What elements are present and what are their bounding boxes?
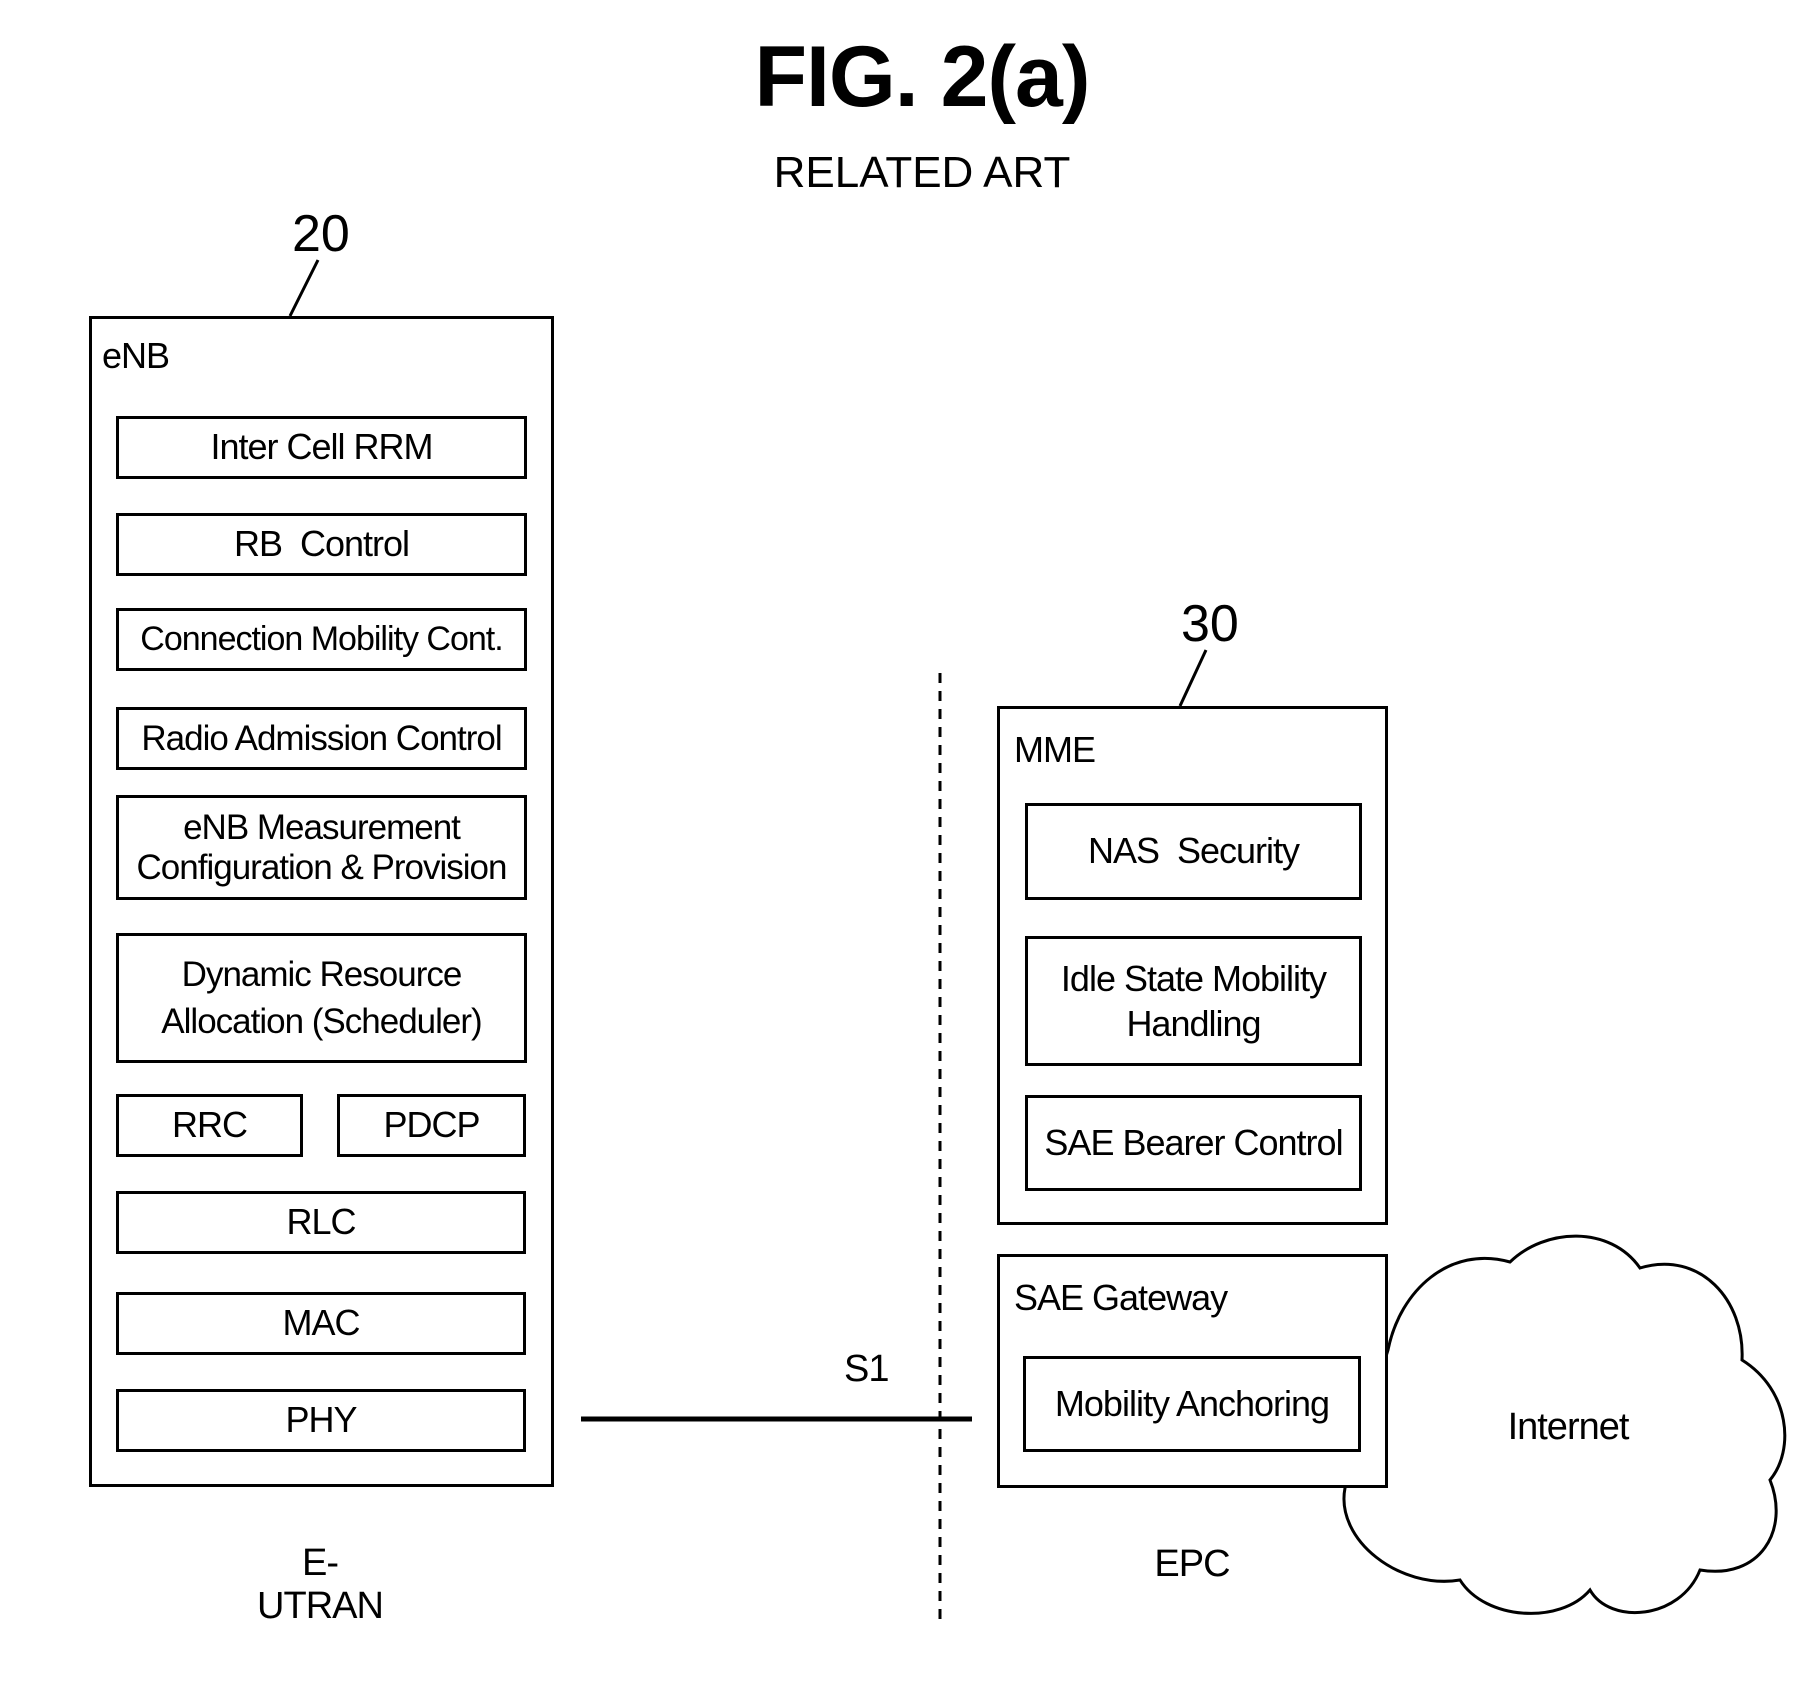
- epc-reference-number: 30: [1181, 595, 1239, 653]
- internet-label: Internet: [1507, 1406, 1630, 1448]
- rb-control-box: RB Control: [116, 513, 527, 576]
- rrc-box: RRC: [116, 1094, 303, 1157]
- enb-measurement-text: eNB Measurement Configuration & Provisio…: [136, 808, 508, 887]
- enb-measurement-box: eNB Measurement Configuration & Provisio…: [116, 795, 527, 900]
- radio-admission-control-box: Radio Admission Control: [116, 707, 527, 770]
- epc-label: EPC: [1154, 1543, 1230, 1585]
- nas-security-text: NAS Security: [1087, 830, 1300, 872]
- rrc-text: RRC: [172, 1104, 248, 1146]
- pdcp-box: PDCP: [337, 1094, 526, 1157]
- sae-gateway-label: SAE Gateway: [1014, 1277, 1228, 1318]
- nas-security-box: NAS Security: [1025, 803, 1362, 900]
- rlc-text: RLC: [286, 1201, 356, 1243]
- inter-cell-rrm-text: Inter Cell RRM: [210, 426, 433, 468]
- sae-bearer-control-box: SAE Bearer Control: [1025, 1095, 1362, 1191]
- connection-mobility-box: Connection Mobility Cont.: [116, 608, 527, 671]
- phy-text: PHY: [285, 1399, 357, 1441]
- epc-leader-line: [1178, 649, 1208, 707]
- dynamic-resource-allocation-box: Dynamic Resource Allocation (Scheduler): [116, 933, 527, 1063]
- connection-mobility-text: Connection Mobility Cont.: [140, 620, 503, 659]
- mobility-anchoring-box: Mobility Anchoring: [1023, 1356, 1361, 1452]
- mac-box: MAC: [116, 1292, 526, 1355]
- e-utran-label: E-UTRAN: [257, 1542, 384, 1627]
- rb-control-text: RB Control: [233, 523, 410, 565]
- enb-label: eNB: [102, 335, 170, 376]
- enb-reference-number: 20: [292, 205, 350, 263]
- mac-text: MAC: [282, 1302, 361, 1344]
- mobility-anchoring-text: Mobility Anchoring: [1054, 1382, 1330, 1424]
- rlc-box: RLC: [116, 1191, 526, 1254]
- figure-title: FIG. 2(a): [754, 29, 1090, 125]
- inter-cell-rrm-box: Inter Cell RRM: [116, 416, 527, 479]
- mme-label: MME: [1014, 729, 1096, 770]
- dynamic-resource-allocation-text: Dynamic Resource Allocation (Scheduler): [161, 954, 482, 1041]
- radio-admission-control-text: Radio Admission Control: [141, 718, 502, 758]
- figure-subtitle: RELATED ART: [773, 148, 1071, 197]
- phy-box: PHY: [116, 1389, 526, 1452]
- enb-leader-line: [288, 259, 320, 317]
- idle-state-mobility-text: Idle State Mobility Handling: [1060, 958, 1327, 1044]
- s1-interface-label: S1: [844, 1348, 889, 1390]
- pdcp-text: PDCP: [383, 1104, 480, 1146]
- sae-bearer-control-text: SAE Bearer Control: [1044, 1121, 1343, 1163]
- idle-state-mobility-box: Idle State Mobility Handling: [1025, 936, 1362, 1066]
